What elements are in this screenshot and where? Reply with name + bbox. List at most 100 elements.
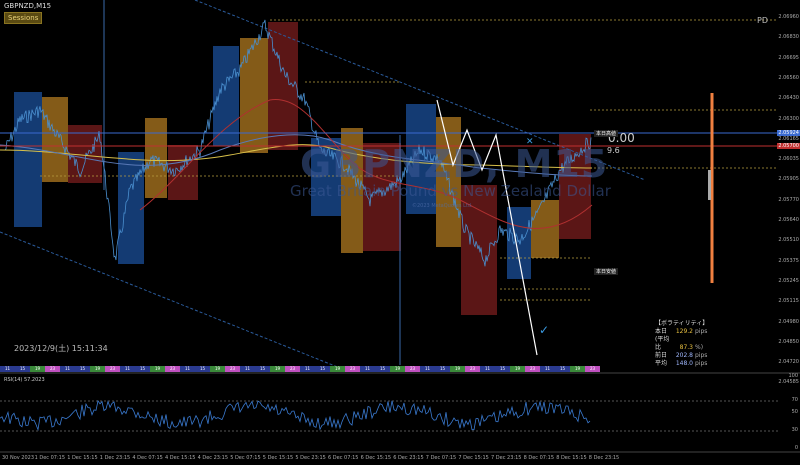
volatility-unit: pips xyxy=(695,352,708,359)
session-strip-cell: 15 xyxy=(375,366,390,372)
volatility-label: 平均 xyxy=(655,360,668,367)
session-strip-cell: 23 xyxy=(405,366,420,372)
session-strip-cell: 15 xyxy=(495,366,510,372)
session-strip-cell: 23 xyxy=(285,366,300,372)
volatility-value: 129.2 xyxy=(675,328,693,335)
session-strip-cell: 19 xyxy=(390,366,405,372)
session-strip-cell: 15 xyxy=(15,366,30,372)
session-strip-cell: 23 xyxy=(45,366,60,372)
session-box xyxy=(118,152,144,264)
session-strip-cell: 19 xyxy=(150,366,165,372)
time-tick: 1 Dec 15:15 xyxy=(67,455,98,461)
price-tick: 2.04850 xyxy=(778,338,799,345)
session-strip: 11 15 19 23 11 15 19 23 11 15 19 23 11 15 19 23 11 15 19 23… xyxy=(0,366,600,372)
session-strip-cell: 23 xyxy=(225,366,240,372)
time-tick: 6 Dec 23:15 xyxy=(393,455,424,461)
time-tick: 8 Dec 07:15 xyxy=(523,455,555,461)
time-tick: 7 Dec 15:15 xyxy=(458,455,489,461)
time-tick: 8 Dec 23:15 xyxy=(588,455,620,461)
price-tick: 2.05245 xyxy=(778,277,799,284)
volatility-value: 202.8 xyxy=(675,352,693,359)
rsi-tick: 70 xyxy=(791,397,798,403)
time-tick: 7 Dec 07:15 xyxy=(425,455,457,461)
volatility-unit: pips xyxy=(695,360,708,367)
volatility-label: 本日 xyxy=(655,328,668,335)
time-tick: 4 Dec 15:15 xyxy=(165,455,196,461)
volatility-title: 【ボラティリティ】 xyxy=(655,320,709,327)
time-axis[interactable]: 30 Nov 2023 1 Dec 07:15 1 Dec 15:15 1 Dec 2… xyxy=(0,453,800,465)
price-scale[interactable]: 2.06960 2.06830 2.06695 2.06560 2.06430 2.063… xyxy=(777,0,800,400)
today-high-label: 本日高値 xyxy=(594,130,619,137)
price-tick: 2.05510 xyxy=(778,237,799,244)
price-tick: 2.06830 xyxy=(778,34,799,41)
price-tick: 2.06560 xyxy=(778,74,799,81)
volatility-row: 本日 129.2 pips xyxy=(655,328,708,336)
session-box xyxy=(507,207,531,279)
session-strip-cell: 15 xyxy=(75,366,90,372)
session-strip-cell: 23 xyxy=(345,366,360,372)
rsi-tick: 50 xyxy=(791,409,798,415)
session-box xyxy=(240,38,268,153)
current-price-tag: 2.05924 xyxy=(777,130,800,136)
session-strip-cell: 11 xyxy=(540,366,555,372)
today-low-label: 本日安値 xyxy=(594,268,619,275)
price-tick: 2.06960 xyxy=(778,14,799,20)
price-tick: 2.04980 xyxy=(778,318,799,325)
session-strip-cell: 23 xyxy=(585,366,600,372)
session-strip-cell: 15 xyxy=(135,366,150,372)
price-tick: 2.06035 xyxy=(778,156,799,163)
session-strip-cell: 11 xyxy=(480,366,495,372)
rsi-scale: 100 70 50 30 0 xyxy=(778,373,800,451)
watermark-name: Great Britain Pound vs New Zealand Dolla… xyxy=(290,182,611,200)
session-strip-cell: 19 xyxy=(450,366,465,372)
session-strip-cell: 19 xyxy=(270,366,285,372)
rsi-tick: 100 xyxy=(788,373,798,379)
volatility-unit: %) xyxy=(695,344,704,351)
session-strip-cell: 15 xyxy=(255,366,270,372)
time-tick: 4 Dec 07:15 xyxy=(132,455,163,461)
volatility-row: 平均 148.0 pips xyxy=(655,360,708,368)
price-tick: 2.04720 xyxy=(778,359,799,366)
time-tick: 1 Dec 23:15 xyxy=(99,455,131,461)
session-strip-cell: 23 xyxy=(525,366,540,372)
price-tick: 2.05640 xyxy=(778,217,799,223)
session-strip-cell: 15 xyxy=(555,366,570,372)
time-tick: 4 Dec 23:15 xyxy=(197,455,229,461)
volatility-row: (平均比 87.3%) xyxy=(655,336,708,352)
volatility-panel: 【ボラティリティ】 本日 129.2 pips (平均比 87.3%) 前日 202.8 pi… xyxy=(655,320,708,368)
datetime-label: 2023/12/9(土) 15:11:34 xyxy=(14,344,108,353)
rsi-label: RSI(14) 57.2023 xyxy=(4,377,45,383)
price-tick: 2.06695 xyxy=(778,54,799,61)
session-box xyxy=(168,145,198,200)
price-tick: 2.06300 xyxy=(778,115,799,122)
session-box xyxy=(145,118,167,198)
volatility-value: 87.3 xyxy=(679,344,693,351)
price-tick: 2.05375 xyxy=(778,257,799,264)
spread-number: 9.6 xyxy=(607,146,620,155)
rsi-line xyxy=(0,399,591,432)
session-box xyxy=(213,46,239,146)
watermark-symbol: GBPNZD, M15 xyxy=(300,142,609,186)
time-tick: 6 Dec 07:15 xyxy=(328,455,359,461)
session-strip-cell: 19 xyxy=(330,366,345,372)
price-tick: 2.06165 xyxy=(778,135,799,142)
price-tick: 2.06430 xyxy=(778,95,799,102)
time-tick: 5 Dec 15:15 xyxy=(262,455,294,461)
bid-price-tag: 2.05700 xyxy=(777,143,800,149)
session-strip-cell: 11 xyxy=(120,366,135,372)
range-marker xyxy=(708,170,711,200)
symbol-label: GBPNZD,M15 xyxy=(4,2,52,10)
sessions-button[interactable]: Sessions xyxy=(4,12,43,24)
time-tick: 30 Nov 2023 xyxy=(2,455,35,461)
volatility-unit: pips xyxy=(695,328,708,335)
session-strip-cell: 15 xyxy=(195,366,210,372)
time-tick: 6 Dec 15:15 xyxy=(360,455,392,461)
time-tick: 5 Dec 07:15 xyxy=(230,455,261,461)
session-strip-cell: 11 xyxy=(180,366,195,372)
volatility-label: (平均比 xyxy=(655,336,670,351)
session-strip-cell: 23 xyxy=(465,366,480,372)
price-tick: 2.05905 xyxy=(778,176,799,183)
watermark-url: ©2023 MetaQuotes Ltd. xyxy=(412,203,473,209)
session-strip-cell: 23 xyxy=(105,366,120,372)
chart-canvas[interactable]: ✓ ✕ xyxy=(0,0,800,465)
